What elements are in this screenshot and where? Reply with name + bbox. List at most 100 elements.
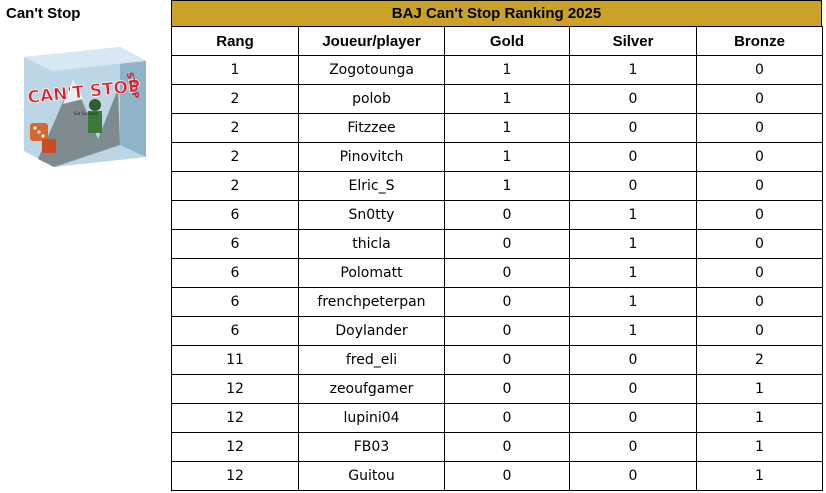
cell-bronze[interactable]: 0 xyxy=(696,229,823,259)
cell-silver[interactable]: 0 xyxy=(569,142,697,172)
cell-rank[interactable]: 12 xyxy=(171,432,299,462)
cell-player[interactable]: Zogotounga xyxy=(298,55,445,85)
ranking-table-container: BAJ Can't Stop Ranking 2025 Rang Joueur/… xyxy=(171,0,823,491)
table-row: 12 Guitou 0 0 1 xyxy=(171,461,823,491)
table-row: 12 FB03 0 0 1 xyxy=(171,432,823,462)
table-row: 2 Elric_S 1 0 0 xyxy=(171,171,823,201)
table-header-row: Rang Joueur/player Gold Silver Bronze xyxy=(171,26,823,56)
cell-player[interactable]: polob xyxy=(298,84,445,114)
cell-gold[interactable]: 1 xyxy=(444,113,570,143)
cell-silver[interactable]: 0 xyxy=(569,374,697,404)
cell-player[interactable]: frenchpeterpan xyxy=(298,287,445,317)
cell-rank[interactable]: 6 xyxy=(171,229,299,259)
cell-bronze[interactable]: 0 xyxy=(696,200,823,230)
cell-player[interactable]: Guitou xyxy=(298,461,445,491)
cell-silver[interactable]: 0 xyxy=(569,113,697,143)
cell-gold[interactable]: 0 xyxy=(444,403,570,433)
cell-silver[interactable]: 1 xyxy=(569,229,697,259)
cell-gold[interactable]: 0 xyxy=(444,461,570,491)
column-header-player[interactable]: Joueur/player xyxy=(298,26,445,56)
cell-silver[interactable]: 0 xyxy=(569,461,697,491)
table-row: 6 frenchpeterpan 0 1 0 xyxy=(171,287,823,317)
cell-player[interactable]: Doylander xyxy=(298,316,445,346)
cell-bronze[interactable]: 0 xyxy=(696,142,823,172)
table-row: 6 Sn0tty 0 1 0 xyxy=(171,200,823,230)
table-row: 2 Pinovitch 1 0 0 xyxy=(171,142,823,172)
cell-rank[interactable]: 12 xyxy=(171,461,299,491)
cell-player[interactable]: Elric_S xyxy=(298,171,445,201)
cell-gold[interactable]: 0 xyxy=(444,432,570,462)
table-row: 2 polob 1 0 0 xyxy=(171,84,823,114)
table-row: 2 Fitzzee 1 0 0 xyxy=(171,113,823,143)
cell-gold[interactable]: 1 xyxy=(444,142,570,172)
cell-player[interactable]: Sn0tty xyxy=(298,200,445,230)
cell-bronze[interactable]: 1 xyxy=(696,403,823,433)
cell-rank[interactable]: 2 xyxy=(171,142,299,172)
cell-silver[interactable]: 0 xyxy=(569,171,697,201)
table-row: 1 Zogotounga 1 1 0 xyxy=(171,55,823,85)
cell-player[interactable]: Pinovitch xyxy=(298,142,445,172)
column-header-rank[interactable]: Rang xyxy=(171,26,299,56)
cell-player[interactable]: fred_eli xyxy=(298,345,445,375)
cell-rank[interactable]: 12 xyxy=(171,403,299,433)
cell-bronze[interactable]: 0 xyxy=(696,55,823,85)
table-row: 6 Polomatt 0 1 0 xyxy=(171,258,823,288)
cell-gold[interactable]: 0 xyxy=(444,200,570,230)
column-header-gold[interactable]: Gold xyxy=(444,26,570,56)
cell-silver[interactable]: 0 xyxy=(569,345,697,375)
cell-gold[interactable]: 0 xyxy=(444,345,570,375)
column-header-silver[interactable]: Silver xyxy=(569,26,697,56)
cell-silver[interactable]: 1 xyxy=(569,200,697,230)
game-title: Can't Stop xyxy=(6,5,81,22)
column-header-bronze[interactable]: Bronze xyxy=(696,26,823,56)
cell-silver[interactable]: 0 xyxy=(569,403,697,433)
cell-gold[interactable]: 0 xyxy=(444,316,570,346)
cell-bronze[interactable]: 1 xyxy=(696,461,823,491)
cell-rank[interactable]: 6 xyxy=(171,258,299,288)
cell-player[interactable]: Fitzzee xyxy=(298,113,445,143)
ranking-table: Rang Joueur/player Gold Silver Bronze 1Z… xyxy=(171,26,823,491)
cell-rank[interactable]: 6 xyxy=(171,316,299,346)
box-author-text: Sid Sackson xyxy=(74,111,98,116)
cell-bronze[interactable]: 1 xyxy=(696,374,823,404)
cell-rank[interactable]: 6 xyxy=(171,287,299,317)
cell-rank[interactable]: 2 xyxy=(171,84,299,114)
cell-rank[interactable]: 1 xyxy=(171,55,299,85)
cell-gold[interactable]: 1 xyxy=(444,171,570,201)
cell-gold[interactable]: 0 xyxy=(444,229,570,259)
cell-gold[interactable]: 1 xyxy=(444,55,570,85)
cell-silver[interactable]: 0 xyxy=(569,432,697,462)
cell-player[interactable]: lupini04 xyxy=(298,403,445,433)
cell-bronze[interactable]: 0 xyxy=(696,113,823,143)
cell-rank[interactable]: 2 xyxy=(171,171,299,201)
table-row: 12 zeoufgamer 0 0 1 xyxy=(171,374,823,404)
cell-gold[interactable]: 0 xyxy=(444,258,570,288)
cell-bronze[interactable]: 0 xyxy=(696,171,823,201)
cell-gold[interactable]: 0 xyxy=(444,374,570,404)
cell-silver[interactable]: 1 xyxy=(569,55,697,85)
cell-player[interactable]: Polomatt xyxy=(298,258,445,288)
cell-bronze[interactable]: 0 xyxy=(696,258,823,288)
cell-bronze[interactable]: 0 xyxy=(696,287,823,317)
cell-rank[interactable]: 2 xyxy=(171,113,299,143)
cell-rank[interactable]: 6 xyxy=(171,200,299,230)
table-row: 6 Doylander 0 1 0 xyxy=(171,316,823,346)
cell-player[interactable]: FB03 xyxy=(298,432,445,462)
cell-rank[interactable]: 12 xyxy=(171,374,299,404)
cell-gold[interactable]: 1 xyxy=(444,84,570,114)
cell-bronze[interactable]: 1 xyxy=(696,432,823,462)
cell-rank[interactable]: 11 xyxy=(171,345,299,375)
cell-silver[interactable]: 1 xyxy=(569,258,697,288)
table-title: BAJ Can't Stop Ranking 2025 xyxy=(171,0,822,26)
cell-silver[interactable]: 0 xyxy=(569,84,697,114)
cell-silver[interactable]: 1 xyxy=(569,287,697,317)
left-panel: Can't Stop CAN'T STOP Sid Sackson STOP xyxy=(0,0,172,493)
cell-bronze[interactable]: 0 xyxy=(696,84,823,114)
cell-gold[interactable]: 0 xyxy=(444,287,570,317)
cell-player[interactable]: zeoufgamer xyxy=(298,374,445,404)
table-row: 12 lupini04 0 0 1 xyxy=(171,403,823,433)
cell-bronze[interactable]: 2 xyxy=(696,345,823,375)
cell-silver[interactable]: 1 xyxy=(569,316,697,346)
cell-bronze[interactable]: 0 xyxy=(696,316,823,346)
cell-player[interactable]: thicla xyxy=(298,229,445,259)
